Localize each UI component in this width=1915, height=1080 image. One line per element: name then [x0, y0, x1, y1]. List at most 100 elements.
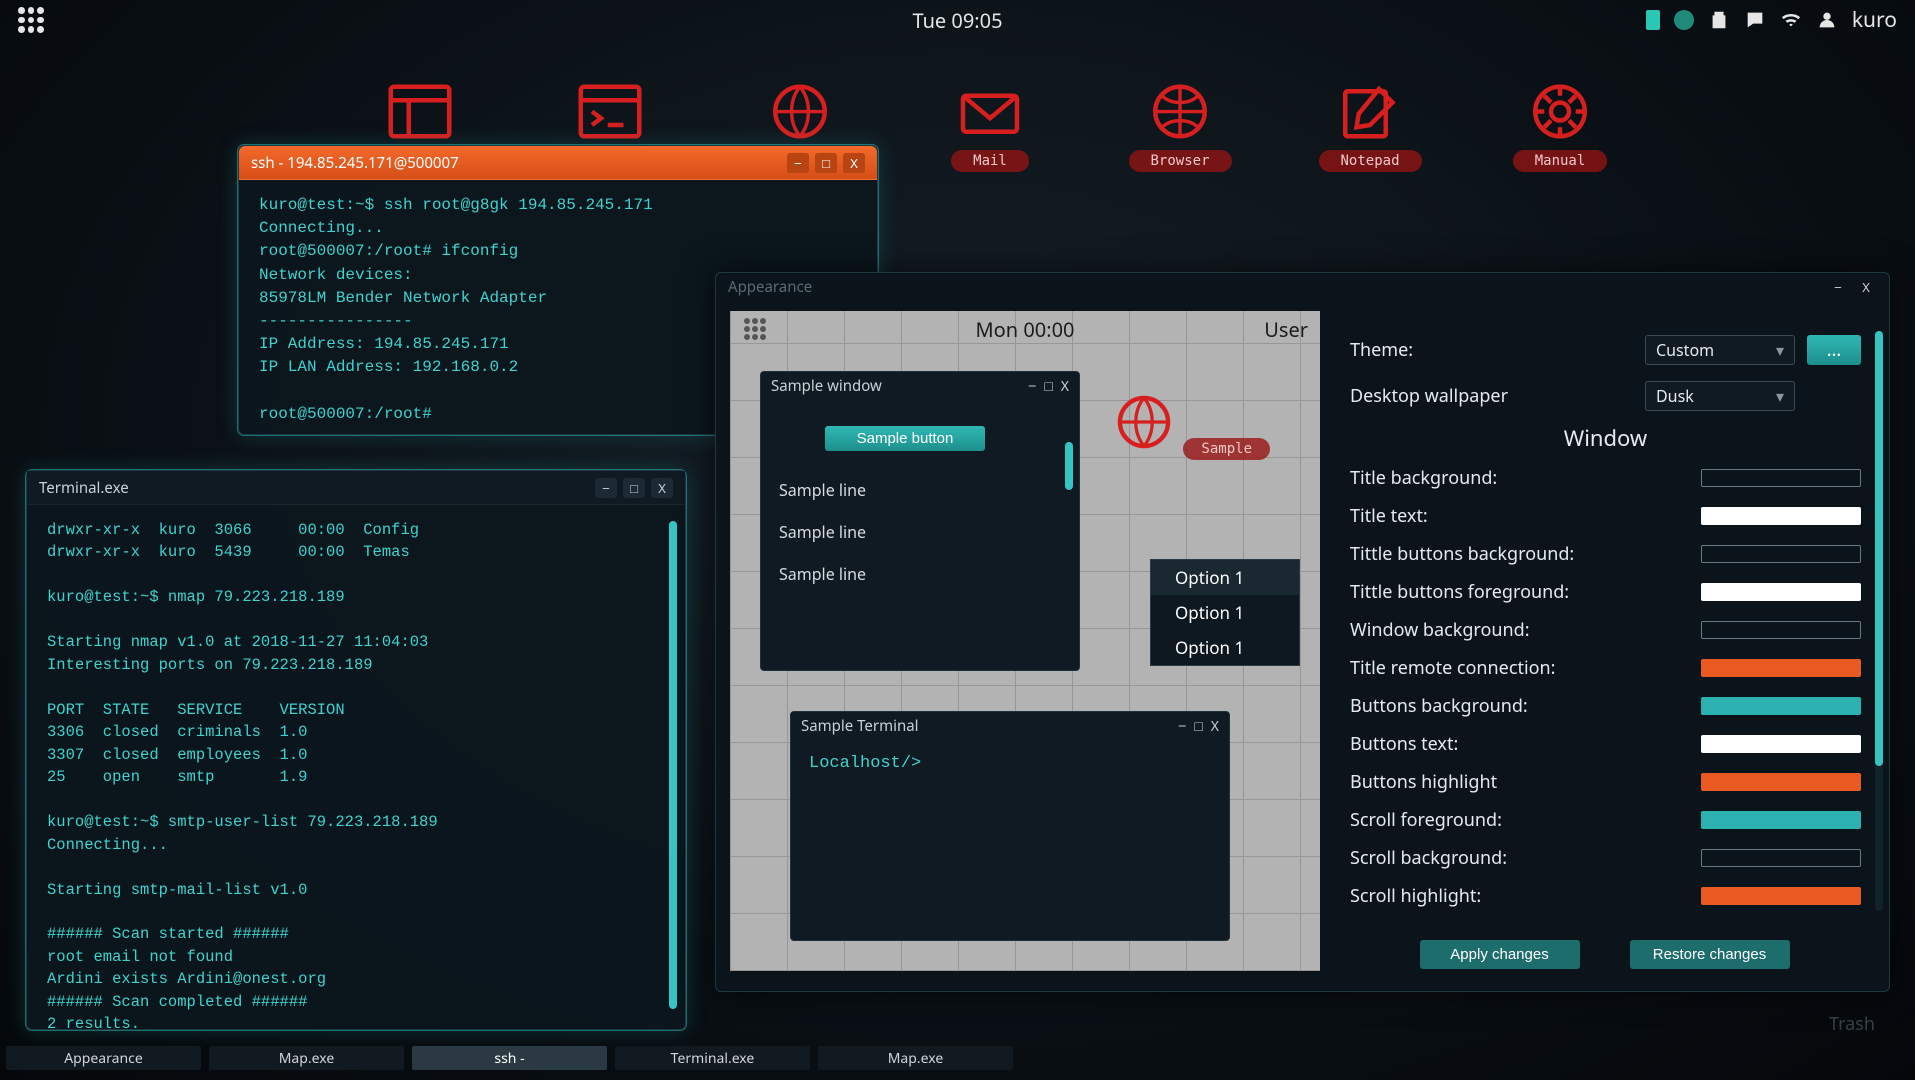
clipboard-icon[interactable] [1708, 9, 1730, 31]
close-button[interactable]: X [843, 153, 865, 173]
appearance-titlebar[interactable]: Appearance ‒ X [716, 273, 1889, 301]
sample-window-title: Sample window [771, 376, 882, 396]
sample-window-body: Sample button Sample line Sample line Sa… [761, 400, 1079, 609]
user-avatar-icon[interactable] [1816, 9, 1838, 31]
close-button[interactable]: X [1061, 377, 1069, 396]
appearance-body: Mon 00:00 User Sample Option 1 Option 1 … [716, 301, 1889, 991]
preview-sample-icon: Sample [1109, 391, 1270, 460]
sample-window: Sample window ‒ □ X Sample button Sample… [760, 371, 1080, 671]
color-swatch[interactable] [1701, 697, 1861, 715]
color-setting-label: Window background: [1350, 618, 1701, 642]
ssh-titlebar[interactable]: ssh - 194.85.245.171@500007 ‒ □ X [239, 146, 877, 180]
maximize-button[interactable]: □ [1194, 717, 1202, 736]
maximize-button[interactable]: □ [815, 153, 837, 173]
desktop-icon-manual[interactable]: Manual [1515, 80, 1605, 172]
desktop-icon-notepad[interactable]: Notepad [1325, 80, 1415, 172]
taskbar-item-map[interactable]: Map.exe [209, 1046, 404, 1070]
minimize-button[interactable]: ‒ [595, 478, 617, 498]
desktop-icon-label: Browser [1129, 150, 1232, 172]
tray-indicator-1[interactable] [1646, 10, 1660, 30]
color-setting-label: Title background: [1350, 466, 1701, 490]
sample-terminal-titlebar[interactable]: Sample Terminal ‒ □ X [791, 712, 1229, 740]
color-setting-row: Title text: [1350, 497, 1861, 535]
sample-button[interactable]: Sample button [825, 426, 985, 451]
color-setting-label: Title remote connection: [1350, 656, 1701, 680]
chat-icon[interactable] [1744, 9, 1766, 31]
close-button[interactable]: X [1211, 717, 1219, 736]
color-swatch[interactable] [1701, 735, 1861, 753]
username[interactable]: kuro [1852, 6, 1897, 34]
preview-context-menu: Option 1 Option 1 Option 1 [1150, 559, 1300, 666]
color-swatch[interactable] [1701, 887, 1861, 905]
restore-changes-button[interactable]: Restore changes [1630, 940, 1790, 969]
color-swatch[interactable] [1701, 659, 1861, 677]
minimize-button[interactable]: ‒ [1827, 277, 1849, 297]
color-setting-label: Buttons background: [1350, 694, 1701, 718]
color-setting-row: Buttons text: [1350, 725, 1861, 763]
preview-topbar: Mon 00:00 User [730, 311, 1320, 347]
color-swatch[interactable] [1701, 773, 1861, 791]
color-swatch[interactable] [1701, 469, 1861, 487]
desktop-icon-browser[interactable]: Browser [1135, 80, 1225, 172]
theme-dropdown[interactable]: Custom [1645, 335, 1795, 365]
taskbar-item-appearance[interactable]: Appearance [6, 1046, 201, 1070]
terminal-scrollbar[interactable] [669, 521, 677, 1009]
sample-window-titlebar[interactable]: Sample window ‒ □ X [761, 372, 1079, 400]
desktop-icon-mail[interactable]: Mail [945, 80, 1035, 172]
terminal-window: Terminal.exe ‒ □ X drwxr-xr-x kuro 3066 … [26, 470, 686, 1030]
settings-pane: Theme: Custom ... Desktop wallpaper Dusk… [1320, 301, 1889, 991]
settings-section-header: Window [1350, 423, 1861, 453]
color-swatch[interactable] [1701, 811, 1861, 829]
context-menu-item[interactable]: Option 1 [1151, 560, 1299, 595]
color-setting-label: Scroll highlight: [1350, 884, 1701, 908]
color-setting-label: Tittle buttons foreground: [1350, 580, 1701, 604]
color-setting-row: Scroll background: [1350, 839, 1861, 877]
top-bar: Tue 09:05 kuro [0, 0, 1915, 40]
tray-indicator-2[interactable] [1674, 10, 1694, 30]
terminal-body[interactable]: drwxr-xr-x kuro 3066 00:00 Config drwxr-… [27, 505, 685, 1029]
taskbar-item-ssh[interactable]: ssh - [412, 1046, 607, 1070]
wifi-icon[interactable] [1780, 9, 1802, 31]
taskbar-item-terminal[interactable]: Terminal.exe [615, 1046, 810, 1070]
sample-terminal-body[interactable]: Localhost/> [791, 740, 1229, 787]
trash-label[interactable]: Trash [1829, 1012, 1875, 1036]
close-button[interactable]: X [651, 478, 673, 498]
color-swatch[interactable] [1701, 507, 1861, 525]
color-setting-row: Tittle buttons background: [1350, 535, 1861, 573]
color-setting-label: Scroll foreground: [1350, 808, 1701, 832]
color-setting-row: Window background: [1350, 611, 1861, 649]
color-setting-row: Tittle buttons foreground: [1350, 573, 1861, 611]
minimize-button[interactable]: ‒ [787, 153, 809, 173]
terminal-titlebar[interactable]: Terminal.exe ‒ □ X [27, 471, 685, 505]
close-button[interactable]: X [1855, 277, 1877, 297]
color-setting-label: Scroll background: [1350, 846, 1701, 870]
apps-menu-icon[interactable] [18, 7, 44, 33]
appearance-window: Appearance ‒ X Mon 00:00 User Sample Opt… [715, 272, 1890, 992]
color-swatch[interactable] [1701, 621, 1861, 639]
appearance-title: Appearance [728, 277, 1827, 297]
settings-scrollbar[interactable] [1875, 331, 1883, 911]
color-swatch[interactable] [1701, 545, 1861, 563]
taskbar-item-map-2[interactable]: Map.exe [818, 1046, 1013, 1070]
context-menu-item[interactable]: Option 1 [1151, 595, 1299, 630]
scrollbar-thumb[interactable] [1875, 331, 1883, 766]
sample-terminal: Sample Terminal ‒ □ X Localhost/> [790, 711, 1230, 941]
context-menu-item[interactable]: Option 1 [1151, 630, 1299, 665]
color-setting-row: Buttons highlight [1350, 763, 1861, 801]
maximize-button[interactable]: □ [1044, 377, 1052, 396]
color-setting-row: Title remote connection: [1350, 649, 1861, 687]
wallpaper-dropdown[interactable]: Dusk [1645, 381, 1795, 411]
sample-window-scrollbar-thumb[interactable] [1065, 442, 1073, 490]
apply-changes-button[interactable]: Apply changes [1420, 940, 1580, 969]
clock: Tue 09:05 [912, 7, 1002, 34]
preview-user: User [1264, 316, 1308, 343]
color-swatch[interactable] [1701, 849, 1861, 867]
scrollbar-thumb[interactable] [669, 521, 677, 1009]
theme-more-button[interactable]: ... [1807, 335, 1861, 365]
maximize-button[interactable]: □ [623, 478, 645, 498]
color-swatch[interactable] [1701, 583, 1861, 601]
preview-pane: Mon 00:00 User Sample Option 1 Option 1 … [730, 311, 1320, 971]
preview-clock: Mon 00:00 [976, 316, 1075, 343]
minimize-button[interactable]: ‒ [1178, 717, 1186, 736]
minimize-button[interactable]: ‒ [1028, 377, 1036, 396]
